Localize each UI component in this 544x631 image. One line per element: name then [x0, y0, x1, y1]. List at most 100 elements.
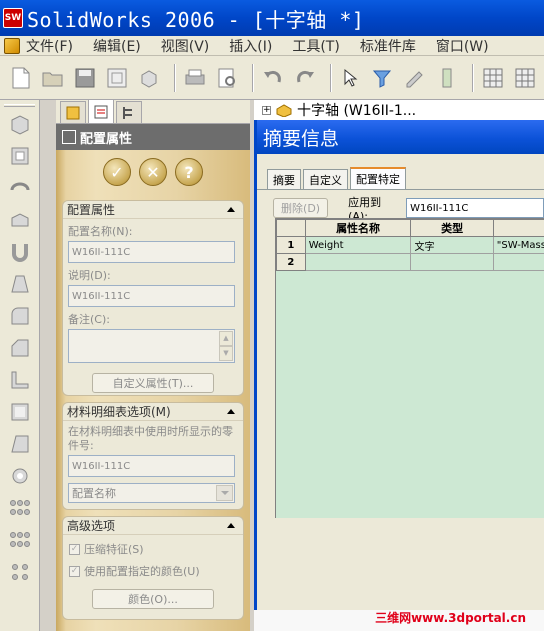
fillet-icon[interactable] — [6, 303, 34, 329]
checkbox-checked-icon[interactable]: ✓ — [69, 543, 80, 555]
column-header-type[interactable]: 类型 — [410, 219, 494, 237]
help-button[interactable]: ? — [175, 158, 203, 186]
config-properties-header[interactable]: 配置属性 — [63, 201, 243, 219]
toolbar-separator — [252, 63, 254, 92]
open-icon[interactable] — [40, 65, 66, 91]
menu-file[interactable]: 文件(F) — [26, 36, 73, 56]
save-icon[interactable] — [72, 65, 98, 91]
collapse-caret-icon[interactable] — [227, 523, 235, 528]
draft-icon[interactable] — [6, 431, 34, 457]
comment-textarea[interactable]: ▲ ▼ — [68, 329, 235, 363]
view-grid-icon[interactable] — [480, 65, 506, 91]
mirror-icon[interactable] — [6, 559, 34, 585]
bom-options-header[interactable]: 材料明细表选项(M) — [63, 403, 243, 421]
delete-button[interactable]: 删除(D) — [273, 198, 329, 218]
make-drawing-icon[interactable] — [104, 65, 130, 91]
sketch-icon[interactable] — [402, 65, 428, 91]
property-name-cell[interactable] — [304, 253, 412, 271]
hole-wizard-icon[interactable] — [6, 463, 34, 489]
configuration-manager-icon[interactable] — [116, 101, 142, 123]
loft-icon[interactable] — [6, 271, 34, 297]
custom-properties-button[interactable]: 自定义属性(T)... — [92, 373, 214, 393]
advanced-options-header[interactable]: 高级选项 — [63, 517, 243, 535]
table-row[interactable]: 2 — [276, 253, 544, 271]
toolbar-separator — [472, 63, 474, 92]
menu-insert[interactable]: 插入(I) — [229, 36, 272, 56]
select-icon[interactable] — [338, 65, 364, 91]
comment-scrollbar[interactable]: ▲ ▼ — [219, 331, 233, 361]
suppress-features-label: 压缩特征(S) — [84, 543, 144, 556]
chamfer-icon[interactable] — [6, 335, 34, 361]
property-value-cell[interactable] — [492, 253, 544, 271]
ok-button[interactable]: ✓ — [103, 158, 131, 186]
checkbox-checked-icon[interactable]: ✓ — [69, 565, 80, 577]
menu-tools[interactable]: 工具(T) — [292, 36, 339, 56]
feature-tree-root[interactable]: + 十字轴 (W16II-1... — [254, 100, 544, 120]
config-name-field[interactable]: W16II-111C — [68, 241, 235, 263]
table-header-row: 属性名称 类型 — [276, 219, 544, 237]
options-icon[interactable] — [434, 65, 460, 91]
new-document-icon[interactable] — [8, 65, 34, 91]
menu-view[interactable]: 视图(V) — [161, 36, 210, 56]
print-icon[interactable] — [182, 65, 208, 91]
properties-grid: 属性名称 类型 1 Weight 文字 "SW-Mass 2 — [275, 218, 544, 518]
column-header-value[interactable] — [492, 219, 544, 237]
menu-bar: 文件(F) 编辑(E) 视图(V) 插入(I) 工具(T) 标准件库 窗口(W) — [0, 36, 544, 56]
property-name-cell[interactable]: Weight — [304, 236, 412, 254]
shell-icon[interactable] — [6, 399, 34, 425]
menu-standard-library[interactable]: 标准件库 — [360, 36, 416, 56]
tab-summary[interactable]: 摘要 — [267, 169, 301, 189]
selection-filter-icon[interactable] — [370, 65, 396, 91]
make-assembly-icon[interactable] — [136, 65, 162, 91]
chevron-down-icon[interactable] — [216, 485, 233, 501]
scroll-down-icon[interactable]: ▼ — [219, 346, 233, 361]
column-header-name[interactable]: 属性名称 — [304, 219, 412, 237]
part-icon — [276, 104, 292, 117]
revolve-icon[interactable] — [6, 175, 34, 201]
revolve-cut-icon[interactable] — [6, 207, 34, 233]
description-field[interactable]: W16II-111C — [68, 285, 235, 307]
window-title-bar[interactable]: SW SolidWorks 2006 - [十字轴 *] — [0, 0, 544, 36]
property-manager-body: ✓ ✕ ? 配置属性 配置名称(N): W16II-111C 说明(D): W1… — [56, 150, 250, 631]
bom-name-select[interactable]: 配置名称 — [68, 483, 235, 503]
property-type-cell[interactable]: 文字 — [410, 236, 494, 254]
tab-custom[interactable]: 自定义 — [303, 169, 348, 189]
print-preview-icon[interactable] — [214, 65, 240, 91]
toolbar-grip[interactable] — [4, 104, 35, 107]
tab-config-specific[interactable]: 配置特定 — [350, 167, 406, 189]
rib-icon[interactable] — [6, 367, 34, 393]
document-icon[interactable] — [4, 37, 20, 54]
apply-to-select[interactable]: W16II-111C — [406, 198, 544, 218]
collapse-caret-icon[interactable] — [227, 409, 235, 414]
color-button[interactable]: 颜色(O)... — [92, 589, 214, 609]
menu-edit[interactable]: 编辑(E) — [93, 36, 141, 56]
cancel-button[interactable]: ✕ — [139, 158, 167, 186]
redo-icon[interactable] — [292, 65, 318, 91]
row-number[interactable]: 1 — [276, 236, 306, 254]
row-number[interactable]: 2 — [276, 253, 306, 271]
expand-plus-icon[interactable]: + — [262, 105, 271, 115]
extrude-boss-icon[interactable] — [6, 111, 34, 137]
table-row[interactable]: 1 Weight 文字 "SW-Mass — [276, 236, 544, 254]
scroll-up-icon[interactable]: ▲ — [219, 331, 233, 346]
pm-action-buttons: ✓ ✕ ? — [56, 150, 250, 194]
property-value-cell[interactable]: "SW-Mass — [492, 236, 544, 254]
sweep-icon[interactable] — [6, 239, 34, 265]
circular-pattern-icon[interactable] — [6, 527, 34, 553]
linear-pattern-icon[interactable] — [6, 495, 34, 521]
bom-part-number-field[interactable]: W16II-111C — [68, 455, 235, 477]
extrude-cut-icon[interactable] — [6, 143, 34, 169]
row-number-header — [276, 219, 306, 237]
property-type-cell[interactable] — [410, 253, 494, 271]
feature-manager-icon[interactable] — [60, 101, 86, 123]
view-icon-2[interactable] — [512, 65, 538, 91]
undo-icon[interactable] — [260, 65, 286, 91]
dialog-title[interactable]: 摘要信息 — [257, 120, 544, 154]
menu-window[interactable]: 窗口(W) — [436, 36, 489, 56]
window-title: SolidWorks 2006 - [十字轴 *] — [27, 7, 365, 32]
property-manager-icon[interactable] — [88, 99, 114, 123]
suppress-features-checkbox[interactable]: ✓ 压缩特征(S) — [69, 541, 235, 557]
bom-options-title: 材料明细表选项(M) — [67, 405, 171, 419]
collapse-caret-icon[interactable] — [227, 207, 235, 212]
use-config-color-checkbox[interactable]: ✓ 使用配置指定的颜色(U) — [69, 563, 235, 579]
